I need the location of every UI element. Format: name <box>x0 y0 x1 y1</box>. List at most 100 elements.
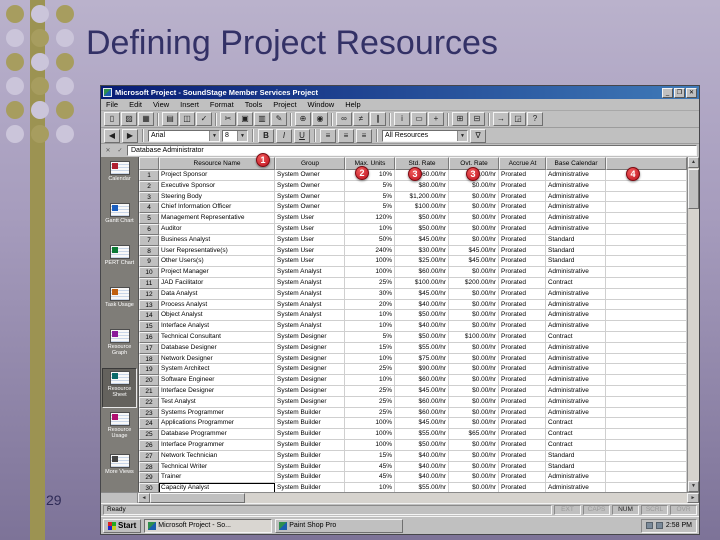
align-right-icon[interactable]: ≡ <box>356 128 372 143</box>
cell[interactable]: Prorated <box>499 407 546 419</box>
row-number[interactable]: 19 <box>139 364 159 376</box>
cell[interactable]: Standard <box>546 256 606 268</box>
cell[interactable]: Administrative <box>546 385 606 397</box>
cell[interactable]: Prorated <box>499 439 546 451</box>
cell[interactable]: System Builder <box>275 429 345 440</box>
view-item-resource-graph[interactable]: Resource Graph <box>102 327 137 367</box>
cell[interactable]: Prorated <box>499 202 546 214</box>
cell[interactable]: Object Analyst <box>159 310 275 322</box>
cell[interactable]: Data Analyst <box>159 288 275 300</box>
cell[interactable]: Executive Sponsor <box>159 180 275 192</box>
cell[interactable]: Administrative <box>546 472 606 484</box>
cell[interactable]: Administrative <box>546 353 606 365</box>
cell[interactable]: Steering Body <box>159 191 275 203</box>
cell[interactable]: 10% <box>345 223 395 235</box>
row-number[interactable]: 27 <box>139 450 159 462</box>
cell[interactable]: $0.00/hr <box>449 353 499 365</box>
font-size-select[interactable]: 8 ▼ <box>222 129 248 142</box>
cell[interactable]: Administrative <box>546 191 606 203</box>
new-file-icon[interactable]: ▯ <box>104 112 120 126</box>
cell[interactable]: 10% <box>345 353 395 365</box>
select-all-corner[interactable] <box>139 157 159 170</box>
cell[interactable]: 25% <box>345 364 395 376</box>
cell[interactable]: $30.00/hr <box>395 245 449 257</box>
cell[interactable]: $100.00/hr <box>449 331 499 343</box>
cell[interactable]: $100.00/hr <box>395 277 449 289</box>
cell[interactable]: $55.00/hr <box>395 429 449 440</box>
spelling-icon[interactable]: ✓ <box>196 112 212 126</box>
cell[interactable]: System Owner <box>275 180 345 192</box>
cell[interactable]: $0.00/hr <box>449 461 499 473</box>
cell[interactable]: Prorated <box>499 191 546 203</box>
cell[interactable]: $0.00/hr <box>449 418 499 430</box>
cell[interactable]: $0.00/hr <box>449 299 499 311</box>
web-toolbar-icon[interactable]: ◉ <box>312 112 328 126</box>
cell[interactable]: System Owner <box>275 191 345 203</box>
cell[interactable]: System User <box>275 213 345 224</box>
display-icon[interactable] <box>655 522 663 529</box>
row-number[interactable]: 14 <box>139 310 159 322</box>
cell[interactable]: Process Analyst <box>159 299 275 311</box>
cell[interactable]: Administrative <box>546 310 606 322</box>
cell[interactable]: System Builder <box>275 450 345 462</box>
cell[interactable]: $0.00/hr <box>449 396 499 408</box>
italic-button[interactable]: I <box>276 128 292 143</box>
cell[interactable]: System Builder <box>275 472 345 484</box>
cell[interactable]: $40.00/hr <box>395 321 449 332</box>
cell[interactable]: $45.00/hr <box>395 385 449 397</box>
cell[interactable]: Management Representative <box>159 213 275 224</box>
cell[interactable]: System Analyst <box>275 310 345 322</box>
cell[interactable]: 10% <box>345 170 395 181</box>
row-number[interactable]: 20 <box>139 375 159 386</box>
cell[interactable]: $50.00/hr <box>395 310 449 322</box>
cell[interactable]: $0.00/hr <box>449 439 499 451</box>
row-number[interactable]: 28 <box>139 461 159 473</box>
cell[interactable]: Prorated <box>499 450 546 462</box>
cell[interactable]: System Builder <box>275 418 345 430</box>
cell[interactable]: Administrative <box>546 483 606 492</box>
cell[interactable]: 25% <box>345 277 395 289</box>
cell[interactable]: $55.00/hr <box>395 342 449 354</box>
cell[interactable]: Other Users(s) <box>159 256 275 268</box>
cell[interactable]: Contract <box>546 418 606 430</box>
cell[interactable]: $40.00/hr <box>395 472 449 484</box>
cell[interactable]: $45.00/hr <box>395 234 449 246</box>
row-number[interactable]: 24 <box>139 418 159 430</box>
cell[interactable]: $40.00/hr <box>395 299 449 311</box>
start-button[interactable]: Start <box>103 518 142 533</box>
cell[interactable]: System Designer <box>275 331 345 343</box>
cell[interactable]: Prorated <box>499 375 546 386</box>
cell[interactable]: System Designer <box>275 364 345 376</box>
cell[interactable]: Database Designer <box>159 342 275 354</box>
cell[interactable]: Administrative <box>546 321 606 332</box>
cell[interactable]: Prorated <box>499 234 546 246</box>
cell[interactable]: 45% <box>345 472 395 484</box>
scroll-down-icon[interactable]: ▼ <box>688 481 699 492</box>
cell[interactable]: System Analyst <box>275 299 345 311</box>
link-tasks-icon[interactable]: ∞ <box>336 112 352 126</box>
cell[interactable]: Prorated <box>499 256 546 268</box>
cell[interactable]: 100% <box>345 439 395 451</box>
scroll-up-icon[interactable]: ▲ <box>688 157 699 168</box>
cell[interactable]: 15% <box>345 450 395 462</box>
view-item-calendar[interactable]: Calendar <box>102 159 137 199</box>
row-number[interactable]: 12 <box>139 288 159 300</box>
taskbar-button[interactable]: Paint Shop Pro <box>275 518 404 533</box>
cell[interactable]: Prorated <box>499 353 546 365</box>
cell[interactable]: Administrative <box>546 407 606 419</box>
row-number[interactable]: 26 <box>139 439 159 451</box>
cell[interactable]: Standard <box>546 245 606 257</box>
cell[interactable]: $45.00/hr <box>395 288 449 300</box>
cell[interactable]: System Designer <box>275 342 345 354</box>
cell[interactable]: Administrative <box>546 170 606 181</box>
cell[interactable]: System User <box>275 245 345 257</box>
zoom-out-icon[interactable]: ⊟ <box>469 112 485 126</box>
cell[interactable]: Contract <box>546 429 606 440</box>
cell[interactable]: $45.00/hr <box>395 418 449 430</box>
cell[interactable]: Database Programmer <box>159 429 275 440</box>
align-left-icon[interactable]: ≡ <box>320 128 336 143</box>
menu-tools[interactable]: Tools <box>244 100 264 109</box>
volume-icon[interactable] <box>645 522 653 529</box>
menu-view[interactable]: View <box>152 100 170 109</box>
cell[interactable]: Contract <box>546 331 606 343</box>
